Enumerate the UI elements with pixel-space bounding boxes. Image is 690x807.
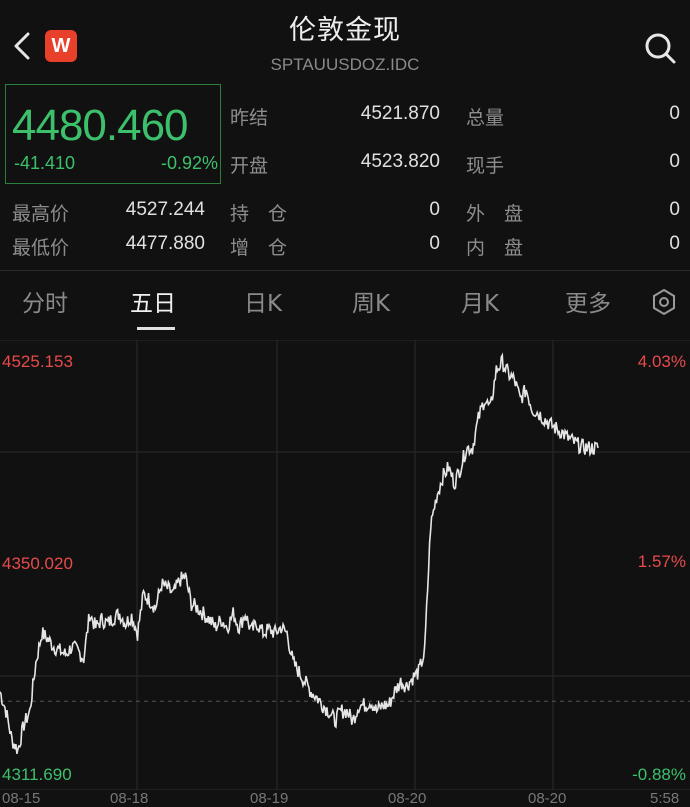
tab-monthly-k[interactable]: 月K (461, 284, 499, 318)
price-panel: 4480.460 -41.410 -0.92% (5, 84, 221, 184)
volume-label: 总量 (466, 107, 505, 129)
search-button[interactable] (640, 30, 680, 66)
high-value: 4527.244 (125, 199, 205, 220)
settings-icon (653, 288, 675, 316)
header: W 伦敦金现 SPTAUUSDOZ.IDC (0, 0, 690, 82)
x-tick-label: 08-15 (2, 790, 41, 807)
low-label: 最低价 (12, 237, 70, 259)
x-tick-label: 5:58 (650, 790, 680, 807)
x-tick-label: 08-18 (110, 790, 149, 807)
inner-value: 0 (669, 233, 680, 254)
x-tick-label: 08-20 (528, 790, 567, 807)
y-pct-high: 4.03% (637, 352, 686, 371)
current-hand-label: 现手 (466, 155, 505, 177)
hold-label: 持 仓 (230, 203, 288, 225)
open-value: 4523.820 (360, 151, 440, 172)
tab-daily-k[interactable]: 日K (244, 284, 282, 318)
x-tick-label: 08-20 (388, 790, 427, 807)
hold-value: 0 (429, 199, 440, 220)
price-series-line (0, 352, 599, 754)
tab-weekly-k[interactable]: 周K (352, 284, 390, 318)
tab-intraday[interactable]: 分时 (22, 284, 68, 318)
add-label: 增 仓 (230, 237, 288, 259)
search-icon (645, 33, 676, 64)
price-change: -41.410 (14, 153, 76, 173)
prev-close-label: 昨结 (230, 107, 269, 129)
inner-label: 内 盘 (466, 237, 524, 259)
prev-close-value: 4521.870 (360, 103, 440, 124)
volume-value: 0 (669, 103, 680, 124)
price-chart[interactable]: 4525.153 4350.020 4311.690 4.03% 1.57% -… (0, 340, 690, 807)
chart-canvas (0, 340, 690, 790)
active-tab-indicator (137, 327, 175, 330)
current-hand-value: 0 (669, 151, 680, 172)
tab-more[interactable]: 更多 (565, 284, 611, 318)
tab-five-day[interactable]: 五日 (130, 284, 176, 318)
outer-value: 0 (669, 199, 680, 220)
symbol-code: SPTAUUSDOZ.IDC (270, 55, 420, 74)
outer-label: 外 盘 (466, 203, 524, 225)
y-pct-low: -0.88% (632, 765, 686, 784)
y-pct-ref: 1.57% (637, 552, 686, 571)
add-value: 0 (429, 233, 440, 254)
last-price: 4480.460 (12, 101, 189, 150)
y-tick-low: 4311.690 (2, 765, 72, 784)
price-change-percent: -0.92% (160, 153, 218, 173)
open-label: 开盘 (230, 155, 269, 177)
y-tick-ref: 4350.020 (2, 554, 73, 573)
page-title: 伦敦金现 (289, 15, 401, 46)
high-label: 最高价 (12, 203, 70, 225)
x-tick-label: 08-19 (250, 790, 289, 807)
chart-settings-button[interactable] (650, 288, 678, 316)
period-tabs: 分时 五日 日K 周K 月K 更多 (0, 272, 690, 332)
low-value: 4477.880 (125, 233, 205, 254)
divider (0, 270, 690, 271)
y-tick-high: 4525.153 (2, 352, 73, 371)
